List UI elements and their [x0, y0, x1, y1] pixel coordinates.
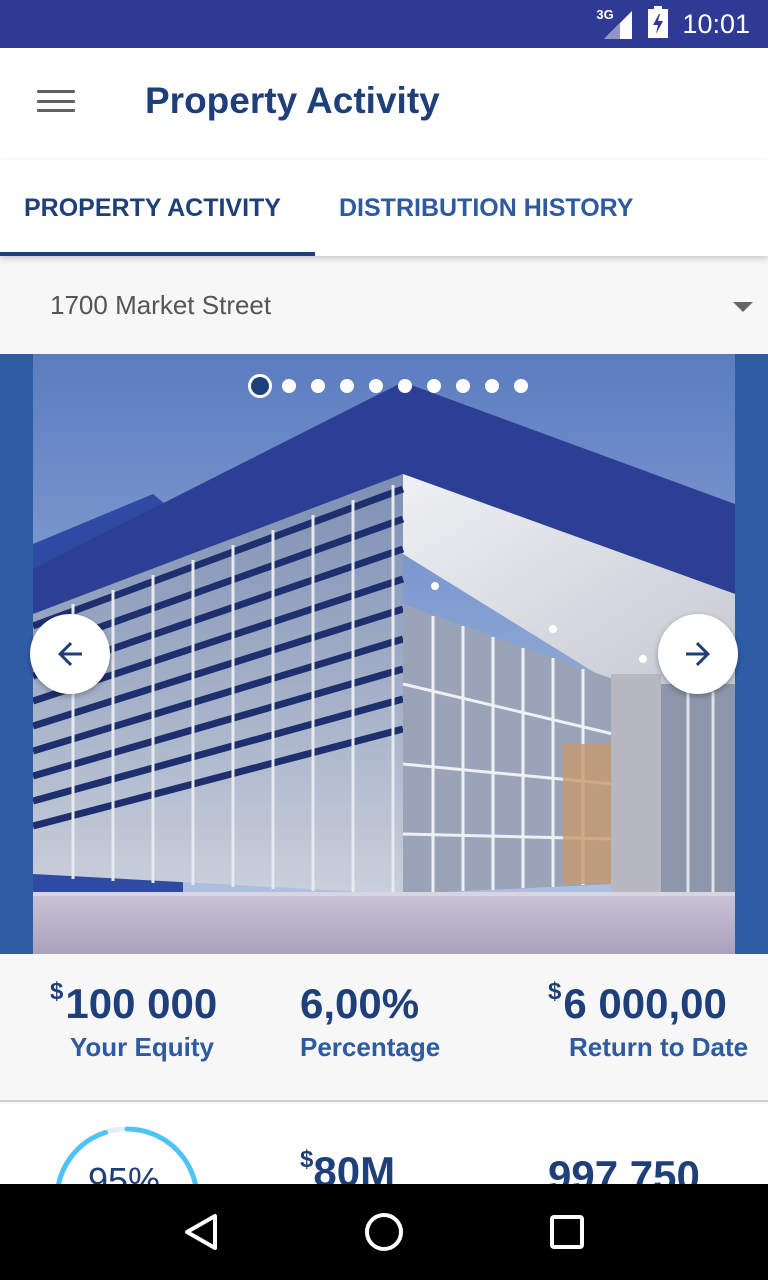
- property-stats: 95% $80M 997 750: [0, 1104, 768, 1184]
- carousel-indicators: [248, 374, 543, 398]
- previous-slide-button[interactable]: [30, 614, 110, 694]
- page-title: Property Activity: [145, 80, 440, 121]
- carousel-dot[interactable]: [311, 379, 325, 393]
- carousel-dot[interactable]: [398, 379, 412, 393]
- arrow-right-icon: [686, 642, 710, 666]
- clock: 10:01: [682, 8, 750, 39]
- carousel-dot[interactable]: [456, 379, 470, 393]
- tab-property-activity[interactable]: PROPERTY ACTIVITY: [0, 160, 315, 256]
- next-slide-button[interactable]: [658, 614, 738, 694]
- battery-icon: [648, 5, 669, 43]
- app-bar: Property Activity: [0, 48, 768, 160]
- equity-label: Your Equity: [70, 1032, 214, 1062]
- signal-icon: 3G: [596, 7, 633, 39]
- carousel-dot[interactable]: [485, 379, 499, 393]
- property-photo: [33, 354, 735, 954]
- carousel-dot[interactable]: [369, 379, 383, 393]
- percentage-label: Percentage: [300, 1032, 441, 1062]
- carousel-dot[interactable]: [248, 374, 272, 398]
- tab-distribution-history[interactable]: DISTRIBUTION HISTORY: [315, 160, 633, 256]
- hamburger-menu-icon[interactable]: [37, 86, 77, 116]
- status-bar: 3G 10:01: [0, 0, 768, 48]
- property-carousel[interactable]: [0, 354, 768, 954]
- equity-stats: $100 000 Your Equity 6,00% Percentage $6…: [0, 954, 768, 1102]
- occupancy-value: 95%: [88, 1160, 161, 1184]
- arrow-left-icon: [58, 642, 82, 666]
- home-icon[interactable]: [359, 1207, 409, 1257]
- recents-icon[interactable]: [542, 1207, 592, 1257]
- property-select[interactable]: 1700 Market Street: [0, 256, 768, 354]
- screen: 3G 10:01 Property Activity PROPERTY ACTI…: [0, 0, 768, 1280]
- tab-bar: PROPERTY ACTIVITY DISTRIBUTION HISTORY: [0, 160, 768, 256]
- carousel-dot[interactable]: [427, 379, 441, 393]
- valuation-value: $80M: [300, 1146, 396, 1184]
- percentage-value: 6,00%: [300, 980, 420, 1027]
- stat-equity: $100 000 Your Equity: [50, 978, 218, 1063]
- carousel-dot[interactable]: [340, 379, 354, 393]
- back-icon[interactable]: [176, 1207, 226, 1257]
- network-type: 3G: [596, 7, 614, 22]
- stat-return: $6 000,00 Return to Date: [548, 978, 749, 1063]
- sqft-value: 997 750: [548, 1152, 700, 1184]
- return-label: Return to Date: [569, 1032, 749, 1062]
- carousel-dot[interactable]: [282, 379, 296, 393]
- equity-value: $100 000: [50, 978, 218, 1027]
- system-nav-bar: [0, 1184, 768, 1280]
- dropdown-arrow-icon: [733, 302, 753, 312]
- return-value: $6 000,00: [548, 978, 727, 1027]
- property-select-value: 1700 Market Street: [50, 289, 272, 320]
- stat-percentage: 6,00% Percentage: [300, 980, 440, 1063]
- carousel-dot[interactable]: [514, 379, 528, 393]
